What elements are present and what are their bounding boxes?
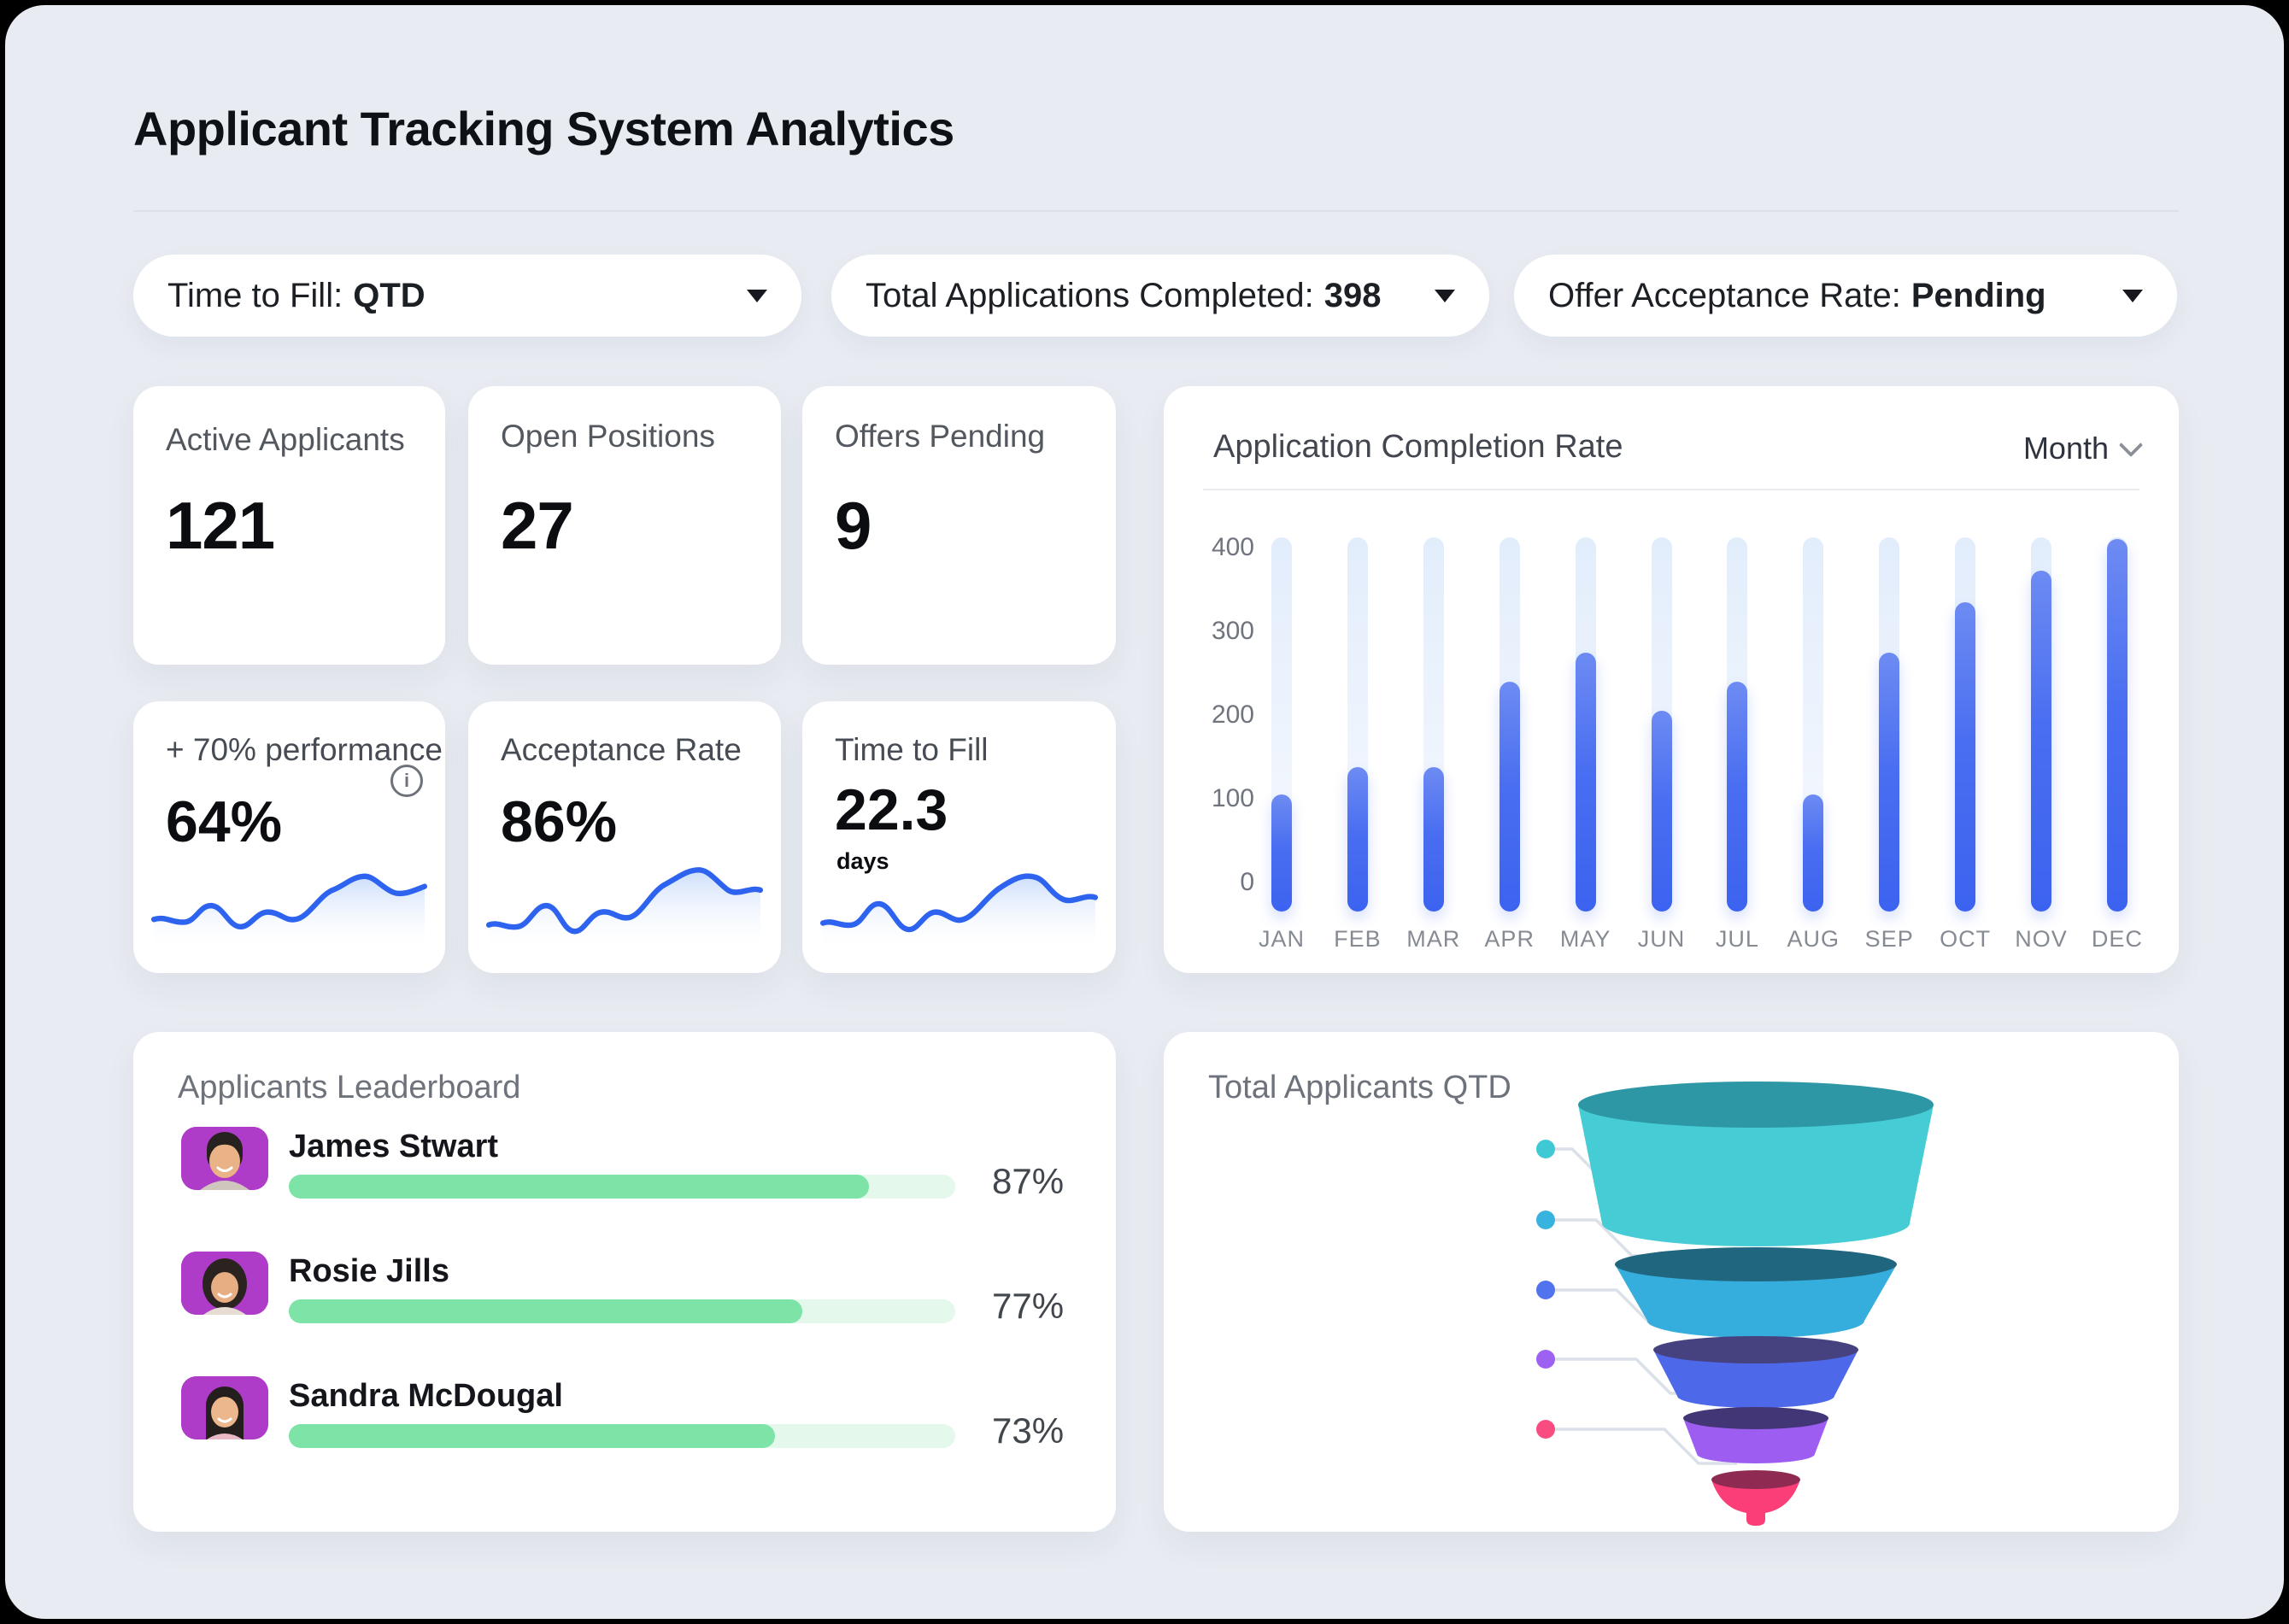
funnel-card: Total Applicants QTD [1164, 1032, 2179, 1532]
bar [1499, 681, 1520, 912]
funnel-stage-dot [1536, 1211, 1555, 1229]
stat-value: 27 [501, 488, 574, 563]
y-tick-label: 200 [1211, 701, 1254, 729]
screenshot-stage: Applicant Tracking System Analytics Time… [0, 0, 2289, 1624]
progress-track [289, 1299, 955, 1323]
x-tick-label: MAY [1559, 926, 1611, 952]
stat-label: Active Applicants [166, 422, 405, 457]
kpi-label: Time to Fill [835, 732, 989, 767]
x-tick-label: MAR [1406, 926, 1461, 952]
stat-value: 9 [835, 488, 872, 563]
stat-value: 121 [166, 488, 275, 563]
applicant-name: James Stwart [289, 1129, 499, 1164]
caret-down-icon [2122, 289, 2143, 302]
sparkline-chart [149, 853, 430, 954]
applicant-name: Sandra McDougal [289, 1378, 563, 1414]
sparkline-chart [484, 853, 766, 954]
avatar [181, 1127, 268, 1190]
bar-chart-plot: 0 100 200 300 400 JAN FEB MAR APR MAY JUN JUL AUG SEP… [1164, 386, 2179, 973]
x-tick-label: JAN [1258, 926, 1305, 952]
funnel-stage-dot [1536, 1281, 1555, 1299]
x-tick-label: NOV [2015, 926, 2068, 952]
avatar [181, 1376, 268, 1439]
filter-value: Pending [1910, 276, 2046, 314]
filter-value: 398 [1324, 276, 1382, 314]
bar [1423, 766, 1444, 912]
funnel-stage-dot [1536, 1140, 1555, 1158]
leaderboard-row: Rosie Jills 77% [133, 1252, 1116, 1363]
x-tick-label: FEB [1334, 926, 1382, 952]
stat-label: Open Positions [501, 419, 715, 454]
kpi-value: 64% [166, 789, 283, 854]
stat-card-offers-pending: Offers Pending 9 [802, 386, 1116, 665]
funnel-stage-dot [1536, 1350, 1555, 1369]
progress-percent: 73% [992, 1410, 1065, 1451]
x-tick-label: OCT [1940, 926, 1992, 952]
x-tick-label: APR [1484, 926, 1535, 952]
x-tick-label: JUL [1715, 926, 1759, 952]
filter-value: QTD [353, 276, 426, 314]
header-divider [133, 210, 2179, 212]
progress-track [289, 1424, 955, 1448]
x-tick-label: JUN [1637, 926, 1686, 952]
bar [1347, 766, 1368, 912]
kpi-value: 22.3 [835, 777, 948, 842]
x-tick-label: AUG [1787, 926, 1840, 952]
info-icon[interactable]: i [390, 765, 423, 797]
kpi-card-time-to-fill: Time to Fill 22.3 days [802, 701, 1116, 973]
kpi-label: + 70% performance [166, 732, 443, 767]
dashboard-root: Applicant Tracking System Analytics Time… [5, 5, 2284, 1619]
bar [2031, 571, 2051, 912]
bar [1651, 711, 1672, 912]
y-tick-label: 0 [1240, 868, 1254, 896]
filter-label: Time to Fill: [167, 276, 343, 314]
funnel-chart [1555, 1082, 1934, 1526]
progress-percent: 77% [992, 1286, 1065, 1326]
filter-offer-acceptance[interactable]: Offer Acceptance Rate: Pending [1514, 255, 2177, 337]
progress-fill [289, 1299, 802, 1323]
page-title: Applicant Tracking System Analytics [133, 102, 954, 155]
stat-card-active-applicants: Active Applicants 121 [133, 386, 445, 665]
y-tick-label: 100 [1211, 784, 1254, 812]
filter-label: Offer Acceptance Rate: [1548, 276, 1901, 314]
caret-down-icon [1435, 289, 1455, 302]
bar-chart-card: Application Completion Rate Month 0 100 20… [1164, 386, 2179, 973]
stat-card-open-positions: Open Positions 27 [468, 386, 781, 665]
kpi-card-performance: + 70% performance i 64% [133, 701, 445, 973]
y-tick-label: 400 [1211, 533, 1254, 561]
progress-percent: 87% [992, 1161, 1065, 1201]
leaderboard-row: Sandra McDougal 73% [133, 1376, 1116, 1487]
bar [1955, 601, 1976, 912]
bar [1803, 794, 1824, 912]
bar [1879, 652, 1900, 912]
bar [1271, 794, 1292, 912]
filter-time-to-fill[interactable]: Time to Fill: QTD [133, 255, 801, 337]
applicant-name: Rosie Jills [289, 1253, 449, 1289]
filter-total-applications[interactable]: Total Applications Completed: 398 [831, 255, 1489, 337]
sparkline-chart [818, 853, 1100, 954]
x-tick-label: SEP [1864, 926, 1914, 952]
bar [1575, 652, 1596, 912]
stat-label: Offers Pending [835, 419, 1046, 454]
leaderboard-row: James Stwart 87% [133, 1127, 1116, 1238]
y-tick-label: 300 [1211, 617, 1254, 645]
leaderboard-title: Applicants Leaderboard [178, 1070, 521, 1105]
kpi-card-acceptance-rate: Acceptance Rate 86% [468, 701, 781, 973]
avatar [181, 1252, 268, 1315]
filter-label: Total Applications Completed: [866, 276, 1314, 314]
caret-down-icon [747, 289, 767, 302]
leaderboard-card: Applicants Leaderboard James Stwart 87% [133, 1032, 1116, 1532]
bar [2106, 539, 2128, 912]
progress-fill [289, 1175, 869, 1199]
kpi-label: Acceptance Rate [501, 732, 742, 767]
funnel-stage-dot [1536, 1420, 1555, 1439]
x-tick-label: DEC [2091, 926, 2143, 952]
bar [1727, 681, 1748, 912]
kpi-value: 86% [501, 789, 618, 854]
progress-fill [289, 1424, 776, 1448]
progress-track [289, 1175, 955, 1199]
